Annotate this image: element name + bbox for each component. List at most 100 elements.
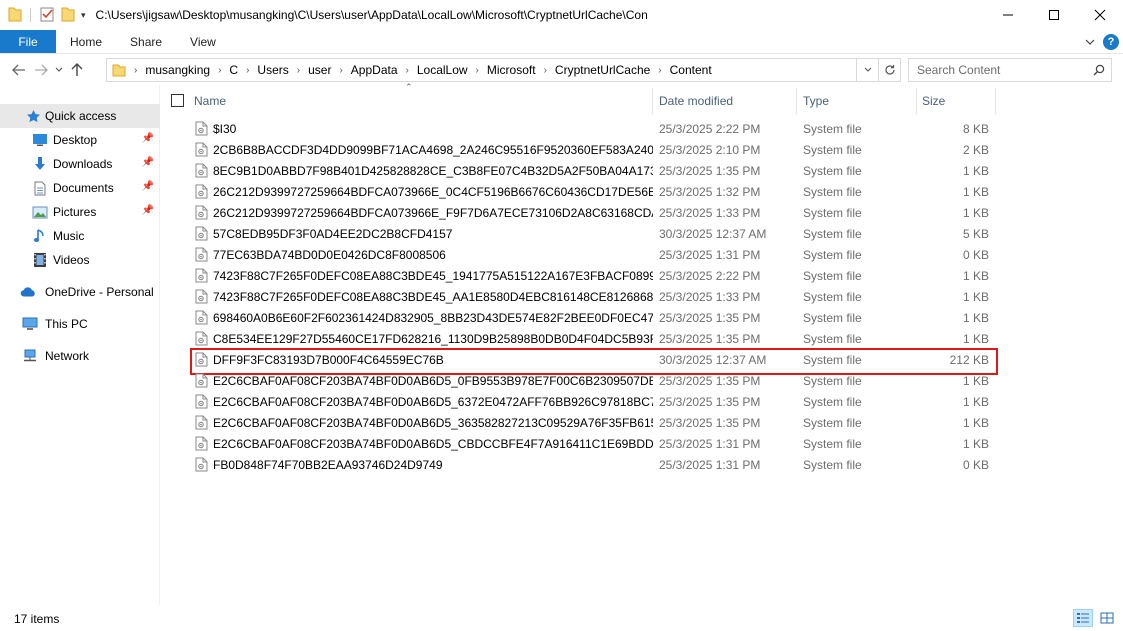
file-type: System file (803, 394, 862, 409)
search-icon[interactable] (1087, 64, 1111, 76)
breadcrumb-c[interactable]: C (229, 63, 238, 77)
table-row[interactable]: C8E534EE129F27D55460CE17FD628216_1130D9B… (165, 328, 1115, 349)
expand-ribbon-icon[interactable] (1085, 35, 1095, 49)
select-all-checkbox[interactable] (171, 94, 184, 107)
table-row[interactable]: 26C212D9399727259664BDFCA073966E_0C4CF51… (165, 181, 1115, 202)
sidebar-item-label: This PC (45, 317, 88, 331)
table-row[interactable]: 2CB6B8BACCDF3D4DD9099BF71ACA4698_2A246C9… (165, 139, 1115, 160)
breadcrumb-cryptneturlcache[interactable]: CryptnetUrlCache (555, 63, 650, 77)
table-row[interactable]: E2C6CBAF0AF08CF203BA74BF0D0AB6D5_CBDCCBF… (165, 433, 1115, 454)
chevron-right-icon[interactable]: › (218, 65, 221, 76)
file-name: E2C6CBAF0AF08CF203BA74BF0D0AB6D5_3635828… (193, 412, 653, 433)
breadcrumb-user[interactable]: user (308, 63, 331, 77)
file-size: 1 KB (962, 184, 989, 199)
table-row[interactable]: 698460A0B6E60F2F602361424D832905_8BB23D4… (165, 307, 1115, 328)
sidebar-item-desktop[interactable]: Desktop 📌 (0, 128, 160, 152)
forward-button[interactable] (30, 58, 52, 82)
file-name: $I30 (193, 118, 653, 139)
large-icons-view-button[interactable] (1097, 609, 1117, 627)
breadcrumb-appdata[interactable]: AppData (351, 63, 398, 77)
column-header-label: Name (194, 94, 227, 108)
tab-view[interactable]: View (176, 30, 230, 53)
pin-icon[interactable]: 📌 (142, 157, 154, 168)
breadcrumb-locallow[interactable]: LocalLow (417, 63, 468, 77)
chevron-right-icon[interactable]: › (297, 65, 300, 76)
sidebar-item-music[interactable]: Music (0, 224, 160, 248)
table-row[interactable]: DFF9F3FC83193D7B000F4C64559EC76B 30/3/202… (165, 348, 1115, 375)
quick-access-toolbar: ▾ (0, 6, 86, 25)
table-row[interactable]: 26C212D9399727259664BDFCA073966E_F9F7D6A… (165, 202, 1115, 223)
breadcrumb-users[interactable]: Users (257, 63, 288, 77)
sidebar-item-this-pc[interactable]: This PC (0, 312, 160, 336)
search-box[interactable]: Search Content (908, 58, 1112, 82)
table-row[interactable]: 7423F88C7F265F0DEFC08EA88C3BDE45_1941775… (165, 265, 1115, 286)
file-date: 25/3/2025 1:35 PM (659, 415, 761, 430)
back-button[interactable] (8, 58, 30, 82)
breadcrumb-microsoft[interactable]: Microsoft (487, 63, 536, 77)
column-header-size[interactable]: Size (916, 88, 996, 114)
properties-icon[interactable] (39, 6, 55, 25)
chevron-right-icon[interactable]: › (406, 65, 409, 76)
new-folder-icon[interactable] (61, 6, 75, 25)
pin-icon[interactable]: 📌 (142, 205, 154, 216)
sidebar-item-label: Network (45, 349, 90, 363)
file-type: System file (803, 457, 862, 472)
sidebar-item-network[interactable]: Network (0, 344, 160, 368)
breadcrumb-musangking[interactable]: musangking (145, 63, 210, 77)
column-header-type[interactable]: Type (797, 88, 917, 114)
file-name: 698460A0B6E60F2F602361424D832905_8BB23D4… (193, 307, 653, 328)
table-row[interactable]: 57C8EDB95DF3F0AD4EE2DC2B8CFD4157 30/3/202… (165, 223, 1115, 244)
minimize-button[interactable] (985, 0, 1031, 30)
help-icon[interactable]: ? (1103, 33, 1119, 50)
sidebar-item-videos[interactable]: Videos (0, 248, 160, 272)
tab-home[interactable]: Home (56, 30, 116, 53)
table-row[interactable]: E2C6CBAF0AF08CF203BA74BF0D0AB6D5_6372E04… (165, 391, 1115, 412)
file-type: System file (803, 415, 862, 430)
file-type: System file (803, 352, 862, 367)
chevron-right-icon[interactable]: › (476, 65, 479, 76)
sidebar-item-onedrive[interactable]: OneDrive - Personal (0, 280, 160, 304)
search-input[interactable]: Search Content (917, 63, 1087, 77)
address-history-button[interactable] (856, 59, 878, 81)
chevron-right-icon[interactable]: › (339, 65, 342, 76)
refresh-button[interactable] (878, 59, 900, 81)
sidebar-item-quick-access[interactable]: Quick access (0, 104, 160, 128)
sidebar-item-downloads[interactable]: Downloads 📌 (0, 152, 160, 176)
file-date: 30/3/2025 12:37 AM (659, 226, 767, 241)
details-view-button[interactable] (1073, 609, 1093, 627)
tab-share[interactable]: Share (116, 30, 176, 53)
chevron-right-icon[interactable]: › (544, 65, 547, 76)
close-button[interactable] (1077, 0, 1123, 30)
file-type: System file (803, 373, 862, 388)
column-header-name[interactable]: Name (188, 88, 653, 114)
tab-file[interactable]: File (0, 30, 56, 53)
table-row[interactable]: 77EC63BDA74BD0D0E0426DC8F8008506 25/3/202… (165, 244, 1115, 265)
chevron-right-icon[interactable]: › (134, 65, 137, 76)
breadcrumb-content[interactable]: Content (670, 63, 712, 77)
customize-toolbar-icon[interactable]: ▾ (81, 10, 86, 21)
file-name-text: DFF9F3FC83193D7B000F4C64559EC76B (213, 352, 444, 367)
table-row[interactable]: $I30 25/3/2025 2:22 PM System file 8 KB (165, 118, 1115, 139)
up-button[interactable] (66, 58, 88, 82)
chevron-right-icon[interactable]: › (246, 65, 249, 76)
file-name: C8E534EE129F27D55460CE17FD628216_1130D9B… (193, 328, 653, 349)
pin-icon[interactable]: 📌 (142, 133, 154, 144)
recent-locations-button[interactable] (52, 58, 66, 82)
table-row[interactable]: E2C6CBAF0AF08CF203BA74BF0D0AB6D5_3635828… (165, 412, 1115, 433)
sidebar-item-pictures[interactable]: Pictures 📌 (0, 200, 160, 224)
table-row[interactable]: E2C6CBAF0AF08CF203BA74BF0D0AB6D5_0FB9553… (165, 370, 1115, 391)
column-header-date[interactable]: Date modified (653, 88, 797, 114)
file-date: 25/3/2025 1:35 PM (659, 394, 761, 409)
file-type: System file (803, 226, 862, 241)
maximize-button[interactable] (1031, 0, 1077, 30)
address-bar[interactable]: › musangking › C › Users › user › AppDat… (106, 58, 901, 82)
table-row[interactable]: FB0D848F74F70BB2EAA93746D24D9749 25/3/202… (165, 454, 1115, 475)
chevron-right-icon[interactable]: › (658, 65, 661, 76)
sidebar-item-documents[interactable]: Documents 📌 (0, 176, 160, 200)
table-row[interactable]: 7423F88C7F265F0DEFC08EA88C3BDE45_AA1E858… (165, 286, 1115, 307)
downloads-icon (32, 156, 48, 172)
table-row[interactable]: 8EC9B1D0ABBD7F98B401D425828828CE_C3B8FE0… (165, 160, 1115, 181)
pin-icon[interactable]: 📌 (142, 181, 154, 192)
column-header-label: Date modified (659, 94, 734, 108)
